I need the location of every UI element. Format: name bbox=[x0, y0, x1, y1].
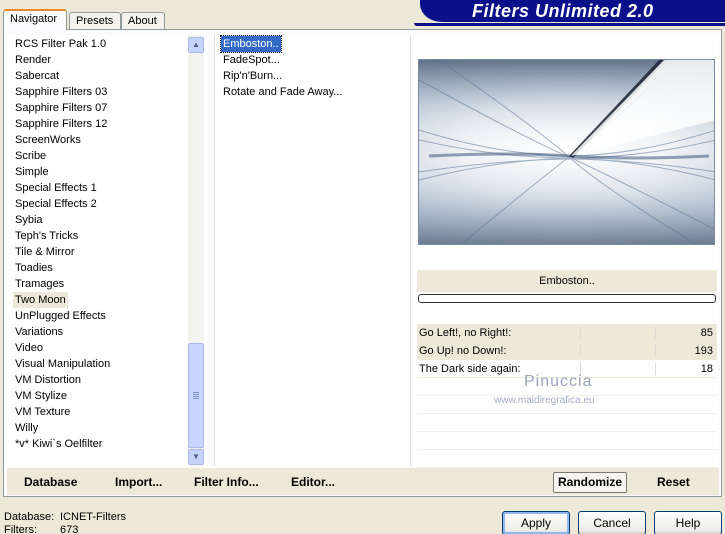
filter-item[interactable]: Rotate and Fade Away... bbox=[221, 84, 344, 100]
param-row[interactable]: Go Up! no Down!: 193 bbox=[417, 342, 717, 360]
current-filter-label: Emboston.. bbox=[417, 270, 717, 292]
category-item[interactable]: *v* Kiwi`s Oelfilter bbox=[13, 436, 104, 452]
category-item[interactable]: Sabercat bbox=[13, 68, 61, 84]
category-item[interactable]: VM Texture bbox=[13, 404, 72, 420]
filter-item[interactable]: Rip'n'Burn... bbox=[221, 68, 284, 84]
param-label: Go Up! no Down!: bbox=[419, 345, 507, 357]
category-item[interactable]: Special Effects 1 bbox=[13, 180, 99, 196]
param-row-empty bbox=[417, 432, 717, 450]
category-item[interactable]: Sapphire Filters 12 bbox=[13, 116, 109, 132]
category-item[interactable]: Sybia bbox=[13, 212, 45, 228]
category-item[interactable]: VM Stylize bbox=[13, 388, 69, 404]
param-row-empty bbox=[417, 414, 717, 432]
filter-info-button[interactable]: Filter Info... bbox=[194, 471, 259, 493]
category-item[interactable]: Visual Manipulation bbox=[13, 356, 112, 372]
status-database-label: Database: bbox=[4, 511, 55, 523]
param-slider[interactable] bbox=[505, 342, 685, 360]
tab-presets[interactable]: Presets bbox=[69, 12, 121, 30]
tab-navigator[interactable]: Navigator bbox=[3, 9, 67, 30]
category-item[interactable]: Teph's Tricks bbox=[13, 228, 80, 244]
scroll-down-button[interactable]: ▼ bbox=[188, 449, 204, 465]
scroll-thumb[interactable] bbox=[188, 343, 204, 448]
category-item[interactable]: Video bbox=[13, 340, 45, 356]
watermark-url: www.maidiregrafica.eu bbox=[494, 395, 595, 406]
scroll-up-button[interactable]: ▲ bbox=[188, 37, 204, 53]
filter-list[interactable]: Emboston.. FadeSpot... Rip'n'Burn... Rotate… bbox=[214, 35, 411, 466]
status-database-value: ICNET-Filters bbox=[60, 511, 126, 523]
cancel-button[interactable]: Cancel bbox=[578, 511, 646, 534]
editor-button[interactable]: Editor... bbox=[291, 471, 335, 493]
progress-bar bbox=[418, 294, 716, 303]
param-slider[interactable] bbox=[505, 324, 685, 342]
category-item[interactable]: RCS Filter Pak 1.0 bbox=[13, 36, 108, 52]
randomize-button[interactable]: Randomize bbox=[553, 472, 627, 493]
category-item[interactable]: Toadies bbox=[13, 260, 55, 276]
category-item[interactable]: Special Effects 2 bbox=[13, 196, 99, 212]
category-item[interactable]: Two Moon bbox=[13, 292, 68, 308]
chevron-down-icon: ▼ bbox=[192, 452, 200, 461]
category-list[interactable]: RCS Filter Pak 1.0 Render Sabercat Sapphire… bbox=[7, 35, 204, 466]
preview-image bbox=[418, 59, 715, 245]
category-item[interactable]: Sapphire Filters 03 bbox=[13, 84, 109, 100]
category-item[interactable]: Tramages bbox=[13, 276, 66, 292]
category-item[interactable]: Render bbox=[13, 52, 53, 68]
filter-item[interactable]: FadeSpot... bbox=[221, 52, 282, 68]
database-button[interactable]: Database bbox=[24, 471, 77, 493]
reset-button[interactable]: Reset bbox=[657, 471, 690, 493]
tab-about[interactable]: About bbox=[121, 12, 165, 30]
import-button[interactable]: Import... bbox=[115, 471, 162, 493]
category-item[interactable]: ScreenWorks bbox=[13, 132, 83, 148]
category-item[interactable]: Scribe bbox=[13, 148, 48, 164]
param-row[interactable]: Go Left!, no Right!: 85 bbox=[417, 324, 717, 342]
param-value: 85 bbox=[700, 327, 713, 339]
filter-item[interactable]: Emboston.. bbox=[220, 35, 282, 53]
help-button[interactable]: Help bbox=[654, 511, 722, 534]
status-filters-label: Filters: bbox=[4, 524, 37, 534]
param-label: Go Left!, no Right!: bbox=[419, 327, 512, 339]
category-item[interactable]: VM Distortion bbox=[13, 372, 83, 388]
param-value: 193 bbox=[694, 345, 713, 357]
param-row-empty bbox=[417, 450, 717, 468]
status-filters-value: 673 bbox=[60, 524, 79, 534]
category-item[interactable]: Sapphire Filters 07 bbox=[13, 100, 109, 116]
app-title-banner: Filters Unlimited 2.0 bbox=[414, 0, 725, 26]
category-item[interactable]: Simple bbox=[13, 164, 51, 180]
category-item[interactable]: Variations bbox=[13, 324, 65, 340]
category-scrollbar[interactable]: ▲ ▼ bbox=[188, 35, 204, 466]
param-value: 18 bbox=[700, 363, 713, 375]
param-label: The Dark side again: bbox=[419, 363, 521, 375]
category-item[interactable]: Tile & Mirror bbox=[13, 244, 76, 260]
watermark-name: Pinuccia bbox=[524, 373, 593, 390]
apply-button[interactable]: Apply bbox=[502, 511, 570, 534]
category-item[interactable]: Willy bbox=[13, 420, 40, 436]
category-item[interactable]: UnPlugged Effects bbox=[13, 308, 108, 324]
chevron-up-icon: ▲ bbox=[192, 40, 200, 49]
